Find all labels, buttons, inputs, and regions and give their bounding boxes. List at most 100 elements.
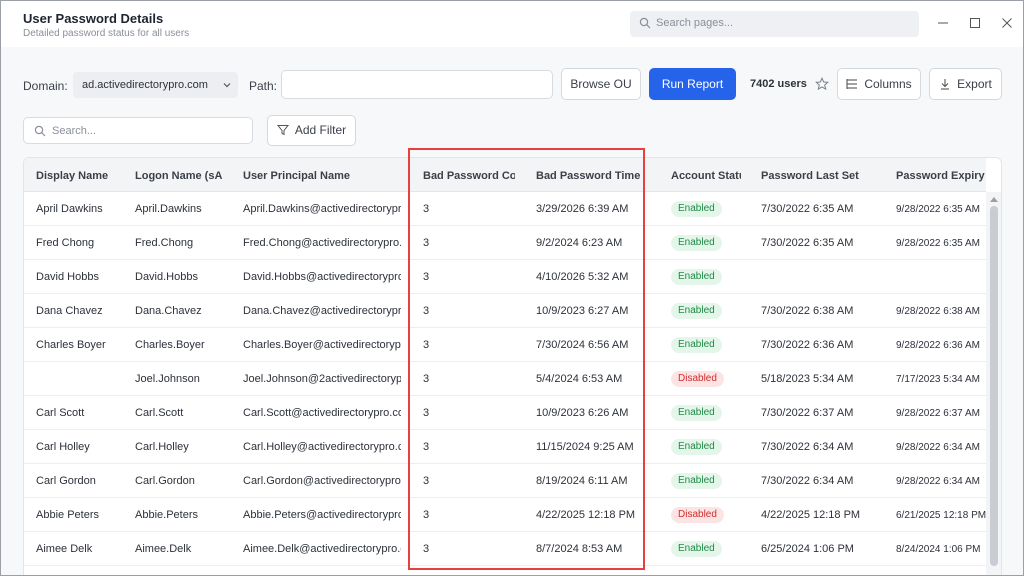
search-icon <box>639 17 651 29</box>
column-header-account-status[interactable]: Account Statu <box>671 170 741 182</box>
status-badge: Enabled <box>671 541 722 557</box>
search-pages-placeholder: Search pages... <box>656 17 734 29</box>
download-icon <box>941 78 950 90</box>
cell-upn: Carl.Scott@activedirectorypro.co <box>243 407 401 419</box>
table-row[interactable]: Fred Chong Fred.Chong Fred.Chong@activedir… <box>24 226 986 260</box>
cell-last-set: 7/30/2022 6:36 AM <box>761 339 854 351</box>
status-badge: Enabled <box>671 405 722 421</box>
cell-bad-count: 3 <box>423 271 430 283</box>
grid-scrollbar[interactable] <box>986 192 1001 575</box>
cell-expiry: 9/28/2022 6:34 AM <box>896 442 980 453</box>
grid-search-input[interactable]: Search... <box>23 117 253 144</box>
report-toolbar: Domain: ad.activedirectorypro.com Path: … <box>1 47 1023 155</box>
cell-bad-time: 11/15/2024 9:25 AM <box>536 441 634 453</box>
column-header-password-last-set[interactable]: Password Last Set <box>761 170 881 182</box>
minimize-icon[interactable] <box>935 15 951 31</box>
columns-icon <box>846 78 858 89</box>
run-report-button[interactable]: Run Report <box>649 68 736 100</box>
cell-bad-count: 3 <box>423 407 430 419</box>
table-row[interactable]: April Dawkins April.Dawkins April.Dawkins@… <box>24 192 986 226</box>
cell-display: Abbie Peters <box>36 509 99 521</box>
cell-display: April Dawkins <box>36 203 103 215</box>
cell-display: Dana Chavez <box>36 305 103 317</box>
table-row[interactable]: Carl Gordon Carl.Gordon Carl.Gordon@active… <box>24 464 986 498</box>
domain-select[interactable]: ad.activedirectorypro.com <box>73 72 238 98</box>
cell-upn: Charles.Boyer@activedirectorypr <box>243 339 401 351</box>
cell-bad-time: 5/4/2024 6:53 AM <box>536 373 623 385</box>
cell-expiry: 9/28/2022 6:36 AM <box>896 340 980 351</box>
cell-bad-time: 4/22/2025 12:18 PM <box>536 509 636 521</box>
cell-upn: Aimee.Delk@activedirectorypro.c <box>243 543 401 555</box>
cell-last-set: 7/30/2022 6:34 AM <box>761 475 854 487</box>
cell-display: Fred Chong <box>36 237 95 249</box>
table-row[interactable]: Carl Holley Carl.Holley Carl.Holley@active… <box>24 430 986 464</box>
status-badge: Enabled <box>671 303 722 319</box>
column-header-bad-password-time[interactable]: Bad Password Time <box>536 170 646 182</box>
cell-logon: Abbie.Peters <box>135 509 198 521</box>
maximize-icon[interactable] <box>967 15 983 31</box>
cell-expiry: 9/28/2022 6:38 AM <box>896 306 980 317</box>
column-header-bad-password-count[interactable]: Bad Password Cou <box>423 170 515 182</box>
status-badge: Enabled <box>671 235 722 251</box>
export-button[interactable]: Export <box>929 68 1002 100</box>
column-header-display-name[interactable]: Display Name <box>36 170 126 182</box>
scrollbar-thumb[interactable] <box>990 206 998 566</box>
cell-upn: Fred.Chong@activedirectorypro. <box>243 237 401 249</box>
status-badge: Disabled <box>671 507 724 523</box>
status-badge: Enabled <box>671 201 722 217</box>
cell-bad-time: 8/19/2024 6:11 AM <box>536 475 628 487</box>
browse-ou-button[interactable]: Browse OU <box>561 68 641 100</box>
cell-upn: Carl.Gordon@activedirectorypro. <box>243 475 401 487</box>
cell-bad-count: 3 <box>423 339 430 351</box>
path-input[interactable] <box>281 70 553 99</box>
search-pages-input[interactable]: Search pages... <box>630 11 919 37</box>
cell-upn: Carl.Holley@activedirectorypro.c <box>243 441 401 453</box>
table-row[interactable]: Aimee Delk Aimee.Delk Aimee.Delk@activedir… <box>24 532 986 566</box>
cell-bad-time: 10/9/2023 6:26 AM <box>536 407 629 419</box>
cell-display: Carl Holley <box>36 441 90 453</box>
close-icon[interactable] <box>999 15 1015 31</box>
cell-bad-count: 3 <box>423 237 430 249</box>
cell-expiry: 9/28/2022 6:37 AM <box>896 408 980 419</box>
table-row[interactable]: Dana Chavez Dana.Chavez Dana.Chavez@active… <box>24 294 986 328</box>
column-header-password-expiry[interactable]: Password Expiry D <box>896 170 986 182</box>
cell-logon: Joel.Johnson <box>135 373 200 385</box>
users-count: 7402 users f <box>750 78 808 90</box>
cell-last-set: 4/22/2025 12:18 PM <box>761 509 861 521</box>
cell-last-set: 5/18/2023 5:34 AM <box>761 373 854 385</box>
cell-logon: Aimee.Delk <box>135 543 192 555</box>
cell-expiry: 9/28/2022 6:35 AM <box>896 204 980 215</box>
grid-body: April Dawkins April.Dawkins April.Dawkins@… <box>24 192 986 575</box>
scroll-up-icon[interactable] <box>990 196 998 202</box>
columns-button[interactable]: Columns <box>837 68 921 100</box>
status-badge: Enabled <box>671 473 722 489</box>
table-row[interactable]: Charles Boyer Charles.Boyer Charles.Boyer@… <box>24 328 986 362</box>
cell-bad-time: 4/10/2026 5:32 AM <box>536 271 629 283</box>
cell-display: Charles Boyer <box>36 339 106 351</box>
cell-upn: April.Dawkins@activedirectorypr <box>243 203 401 215</box>
star-icon[interactable] <box>815 77 829 91</box>
table-row[interactable]: Abbie Peters Abbie.Peters Abbie.Peters@act… <box>24 498 986 532</box>
cell-logon: Fred.Chong <box>135 237 194 249</box>
cell-expiry: 9/28/2022 6:35 AM <box>896 238 980 249</box>
cell-last-set: 6/25/2024 1:06 PM <box>761 543 854 555</box>
cell-last-set: 7/30/2022 6:37 AM <box>761 407 854 419</box>
cell-bad-count: 3 <box>423 441 430 453</box>
table-row[interactable]: Joel.Johnson Joel.Johnson@2activedirector… <box>24 362 986 396</box>
cell-logon: Carl.Holley <box>135 441 189 453</box>
table-row[interactable]: Carl Scott Carl.Scott Carl.Scott@activedir… <box>24 396 986 430</box>
column-header-upn[interactable]: User Principal Name <box>243 170 393 182</box>
add-filter-button[interactable]: Add Filter <box>267 115 356 146</box>
cell-bad-count: 3 <box>423 475 430 487</box>
cell-bad-count: 3 <box>423 543 430 555</box>
domain-value: ad.activedirectorypro.com <box>82 79 208 91</box>
page-subtitle: Detailed password status for all users <box>23 28 190 39</box>
cell-upn: Abbie.Peters@activedirectorypro <box>243 509 401 521</box>
search-icon <box>34 125 46 137</box>
cell-bad-time: 8/7/2024 8:53 AM <box>536 543 623 555</box>
column-header-logon-name[interactable]: Logon Name (sAM <box>135 170 222 182</box>
cell-logon: Dana.Chavez <box>135 305 202 317</box>
table-row[interactable]: David Hobbs David.Hobbs David.Hobbs@active… <box>24 260 986 294</box>
cell-logon: Carl.Gordon <box>135 475 195 487</box>
cell-expiry: 9/28/2022 6:34 AM <box>896 476 980 487</box>
